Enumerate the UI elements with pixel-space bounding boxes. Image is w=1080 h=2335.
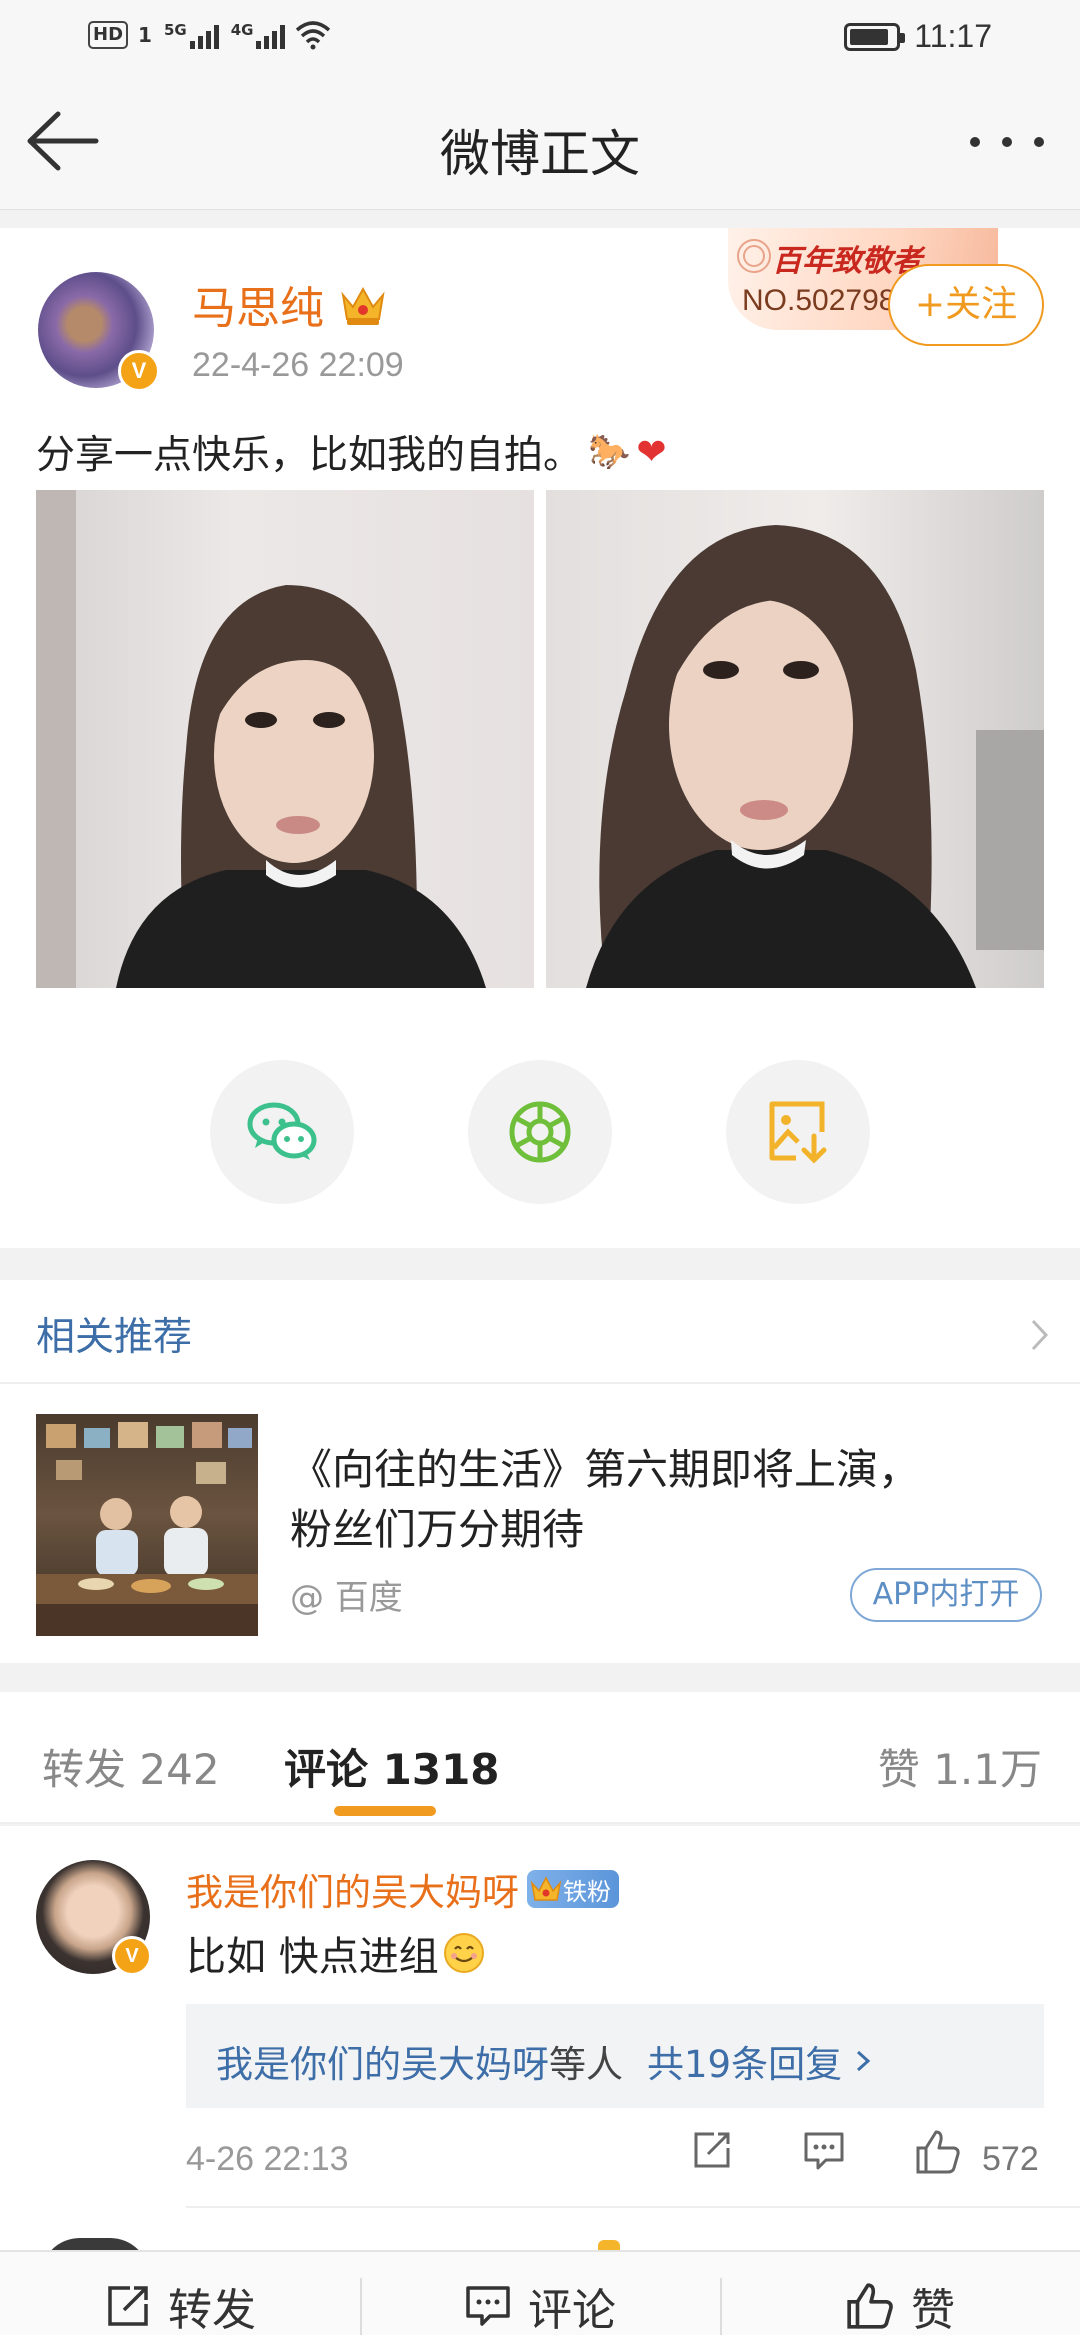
related-headline[interactable]: 《向往的生活》第六期即将上演， 粉丝们万分期待 — [290, 1440, 1030, 1560]
comment-share-icon[interactable] — [690, 2128, 734, 2172]
more-dot-icon — [1002, 137, 1012, 147]
repost-icon — [108, 2286, 148, 2326]
comment-text: 比如 快点进组 — [186, 1924, 485, 1982]
post-time: 22-4-26 22:09 — [192, 346, 404, 384]
comment-text-body: 比如 快点进组 — [186, 1934, 439, 1980]
signal-4g-icon: 4G — [231, 21, 286, 49]
related-source: @ 百度 — [290, 1578, 403, 1618]
wechat-icon — [247, 1102, 317, 1160]
smile-emoji-icon — [443, 1933, 484, 1973]
crown-icon — [530, 1876, 562, 1901]
iron-fan-badge: 铁粉 — [527, 1870, 619, 1908]
more-dot-icon — [1034, 137, 1044, 147]
reply-count: 共19条回复 — [647, 2043, 843, 2086]
iron-fan-label: 铁粉 — [563, 1877, 611, 1906]
share-moments-button[interactable] — [468, 1060, 612, 1204]
open-in-app-button[interactable]: APP内打开 — [850, 1568, 1042, 1622]
post-card: V 马思纯 22-4-26 22:09 百年致敬者 NO.502798 +关注 … — [0, 228, 1080, 1248]
commenter-row: 我是你们的吴大妈呀 铁粉 — [186, 1862, 619, 1916]
more-button[interactable] — [962, 112, 1052, 172]
more-dot-icon — [970, 137, 980, 147]
tab-repost[interactable]: 转发 242 — [42, 1736, 220, 1797]
bottom-like-button[interactable]: 赞 — [720, 2274, 1080, 2335]
interaction-tabs: 转发 242 评论 1318 赞 1.1万 — [0, 1692, 1080, 1824]
comment-like-icon[interactable] — [914, 2128, 962, 2176]
chevron-right-icon[interactable] — [1030, 1318, 1050, 1352]
net-4g-label: 4G — [230, 21, 254, 39]
comment-list: V 我是你们的吴大妈呀 铁粉 比如 快点进组 我是你们的吴大妈呀 等人 共19条… — [0, 1826, 1080, 2256]
moments-icon — [509, 1101, 571, 1163]
post-text: 分享一点快乐，比如我的自拍。 🐎 ❤ — [36, 424, 667, 480]
status-right: 11:17 — [844, 18, 992, 55]
follow-button[interactable]: +关注 — [888, 264, 1044, 346]
fan-badge-title: 百年致敬者 — [772, 244, 922, 279]
bottom-toolbar: 转发 评论 赞 — [0, 2250, 1080, 2335]
comment-icon — [466, 2286, 510, 2326]
related-headline-line-2: 粉丝们万分期待 — [290, 1505, 585, 1554]
divider — [186, 2206, 1080, 2208]
status-bar: HD 1 5G 4G 11:17 — [0, 0, 1080, 78]
battery-icon — [844, 22, 906, 51]
share-wechat-button[interactable] — [210, 1060, 354, 1204]
bottom-like-label: 赞 — [911, 2285, 955, 2335]
wifi-icon — [296, 21, 331, 50]
reply-etc: 等人 — [549, 2043, 623, 2086]
tab-comment-count: 1318 — [382, 1745, 500, 1794]
commenter-verified-icon: V — [112, 1936, 152, 1976]
bottom-comment-button[interactable]: 评论 — [360, 2274, 720, 2335]
related-headline-line-1: 《向往的生活》第六期即将上演， — [290, 1445, 921, 1494]
net-5g-label: 5G — [163, 21, 187, 39]
tab-like-count: 1.1万 — [933, 1745, 1042, 1794]
tv-show-thumbnail-image — [36, 1422, 258, 1636]
page-title: 微博正文 — [440, 125, 640, 183]
related-thumbnail[interactable] — [36, 1414, 258, 1636]
post-photo-2[interactable] — [546, 490, 1044, 988]
horse-emoji: 🐎 — [588, 432, 631, 472]
post-photo-1[interactable] — [36, 490, 534, 988]
related-title: 相关推荐 — [36, 1315, 193, 1360]
bottom-repost-button[interactable]: 转发 — [0, 2274, 360, 2335]
status-left: HD 1 5G 4G — [88, 20, 331, 50]
related-section: 相关推荐 《向往的生活》第六期即将上演， 粉丝们万分期待 @ 百度 APP内打开 — [0, 1280, 1080, 1663]
save-image-icon — [769, 1101, 827, 1164]
tab-repost-label: 转发 — [42, 1745, 127, 1794]
fan-badge-number: NO.502798 — [742, 284, 896, 317]
comment-time: 4-26 22:13 — [186, 2140, 349, 2178]
tab-like-label: 赞 — [877, 1745, 920, 1794]
comment-like-count: 572 — [982, 2140, 1039, 2178]
comment-reply-icon[interactable] — [802, 2128, 846, 2172]
signal-5g-icon: 5G — [164, 21, 219, 49]
chevron-right-icon — [857, 2050, 871, 2072]
bottom-comment-label: 评论 — [528, 2285, 616, 2335]
verified-badge-icon: V — [118, 350, 160, 392]
tab-comment-label: 评论 — [284, 1745, 369, 1794]
active-tab-indicator — [334, 1806, 436, 1816]
sim-indicator: 1 — [138, 23, 152, 47]
save-image-button[interactable] — [726, 1060, 870, 1204]
selfie-image-1 — [36, 490, 486, 988]
tab-comment[interactable]: 评论 1318 — [284, 1736, 500, 1797]
selfie-image-2 — [586, 525, 1044, 988]
author-name[interactable]: 马思纯 — [192, 272, 324, 336]
tab-like[interactable]: 赞 1.1万 — [878, 1736, 1042, 1797]
author-row: 马思纯 — [192, 272, 388, 336]
clock: 11:17 — [914, 18, 992, 54]
thumbs-up-icon — [847, 2283, 893, 2329]
crown-icon — [341, 286, 385, 325]
nav-bar: 微博正文 — [0, 78, 1080, 210]
divider — [0, 1382, 1080, 1384]
replies-preview[interactable]: 我是你们的吴大妈呀 等人 共19条回复 — [186, 2004, 1044, 2108]
tab-repost-count: 242 — [139, 1745, 220, 1794]
post-text-body: 分享一点快乐，比如我的自拍。 — [36, 433, 583, 478]
replies-preview-text: 我是你们的吴大妈呀 等人 共19条回复 — [216, 2034, 878, 2088]
hd-indicator: HD — [88, 21, 129, 49]
reply-users: 我是你们的吴大妈呀 — [216, 2043, 549, 2086]
bottom-repost-label: 转发 — [168, 2285, 256, 2335]
commenter-name[interactable]: 我是你们的吴大妈呀 — [186, 1862, 519, 1916]
heart-emoji: ❤ — [636, 431, 667, 473]
